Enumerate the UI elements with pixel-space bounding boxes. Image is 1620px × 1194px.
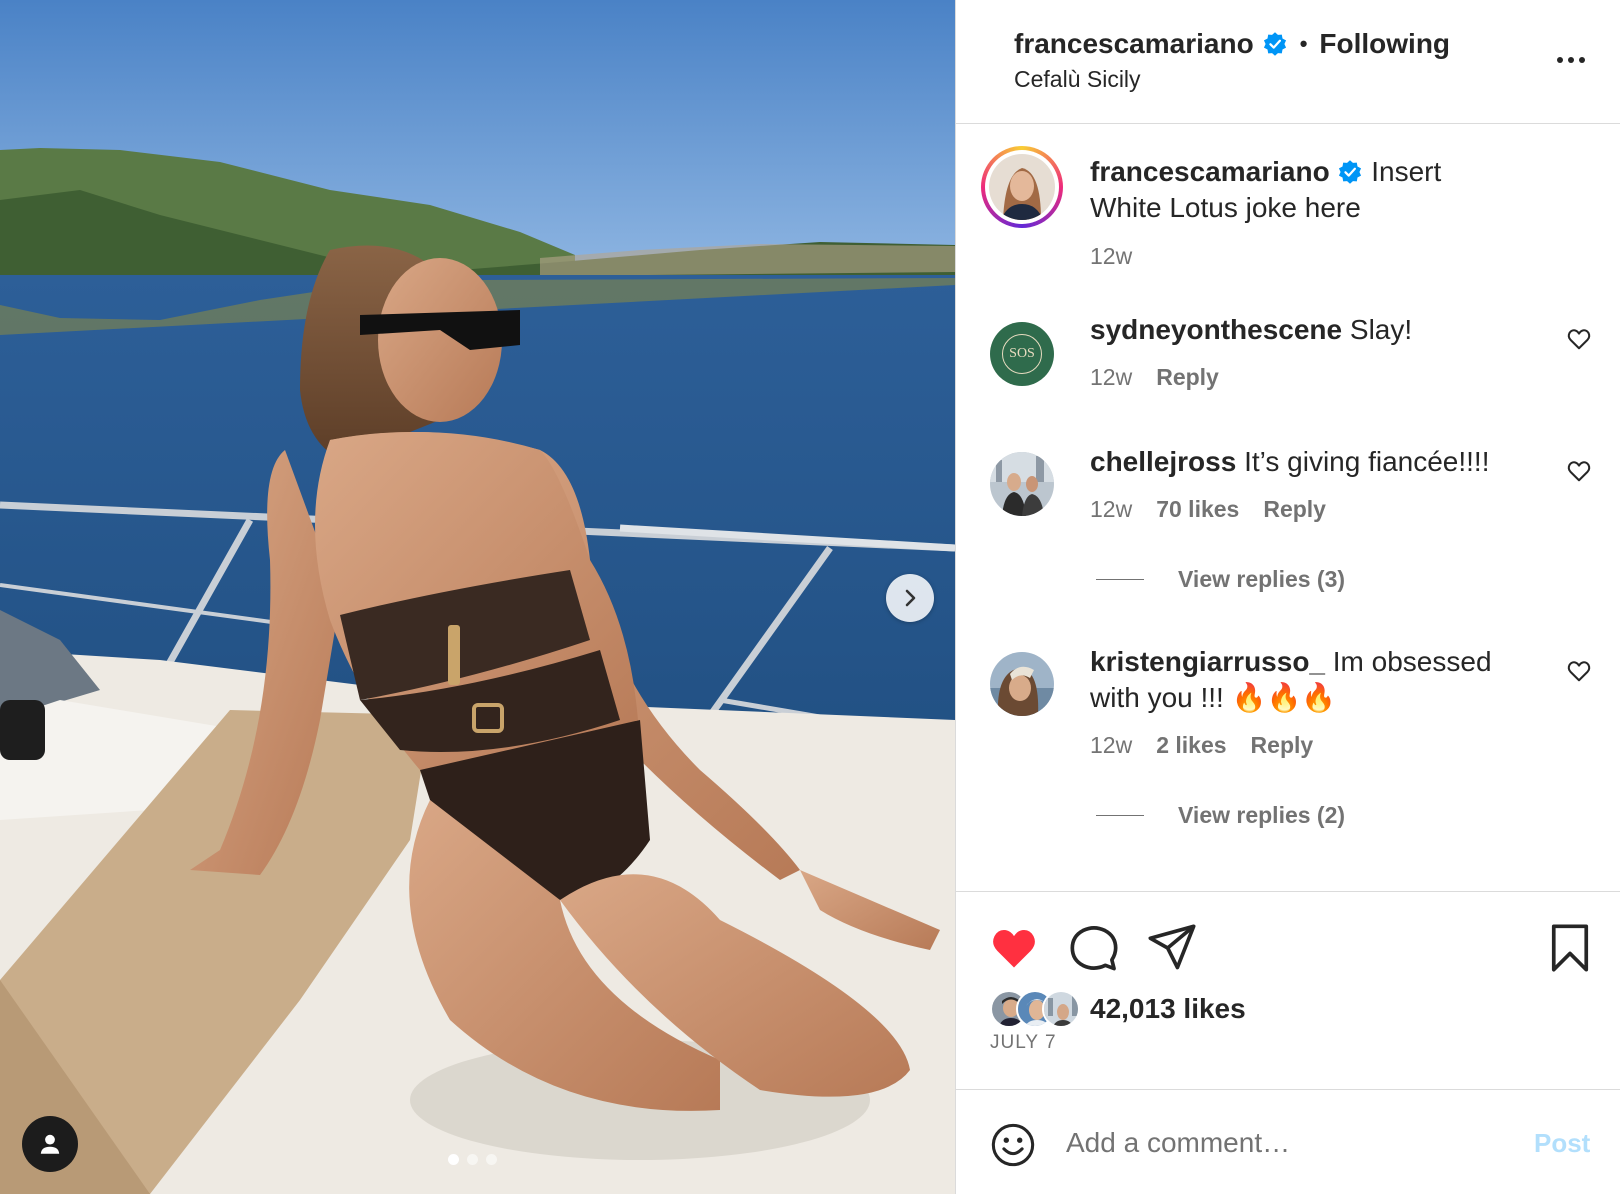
comment-time[interactable]: 12w [1090,732,1132,759]
comment-username[interactable]: sydneyonthescene [1090,314,1342,345]
comment-text: kristengiarrusso_ Im obsessed with you !… [1090,644,1520,716]
bookmark-icon[interactable] [1544,922,1596,974]
photo-scene [0,0,955,1194]
carousel-next-button[interactable] [886,574,934,622]
reply-button[interactable]: Reply [1156,364,1219,391]
verified-badge-icon [1339,160,1362,184]
comment-meta: 12w 2 likes Reply [1090,732,1313,759]
carousel-dot-1 [448,1154,459,1165]
avatar-logo: SOS [1002,334,1042,374]
view-replies-line [1096,815,1144,816]
caption-time[interactable]: 12w [1090,243,1132,270]
following-button[interactable]: Following [1319,28,1450,60]
carousel-indicator [448,1154,497,1165]
tagged-users-button[interactable] [22,1116,78,1172]
comment-likes[interactable]: 70 likes [1156,496,1239,523]
share-icon[interactable] [1146,922,1198,974]
verified-badge-icon [1263,32,1286,56]
post-comment-button[interactable]: Post [1534,1128,1590,1159]
comments-list[interactable]: francescamariano Insert White Lotus joke… [956,124,1620,891]
post-photo [0,0,955,1194]
heart-outline-icon[interactable] [1566,326,1592,352]
more-options-button[interactable] [1551,42,1591,78]
reply-button[interactable]: Reply [1263,496,1326,523]
avatar[interactable] [990,652,1054,716]
user-tag-icon [40,1134,60,1154]
comment-body: Slay! [1349,314,1413,345]
comment-username[interactable]: chellejross [1090,446,1236,477]
caption-username[interactable]: francescamariano [1090,156,1330,187]
comment-input[interactable] [1066,1118,1496,1168]
more-options-icon [1557,57,1563,63]
view-replies-button[interactable]: View replies (3) [1096,566,1345,593]
likes-row: 42,013 likes [990,990,1246,1028]
carousel-dot-3 [486,1154,497,1165]
comment-username[interactable]: kristengiarrusso_ [1090,646,1325,677]
comment-meta: 12w Reply [1090,364,1219,391]
avatar [989,154,1055,220]
comment-likes[interactable]: 2 likes [1156,732,1226,759]
carousel-dot-2 [467,1154,478,1165]
comment-text: chellejross It’s giving fiancée!!!! [1090,444,1520,480]
header-separator: • [1299,31,1308,56]
likes-count[interactable]: 42,013 likes [1090,993,1246,1025]
comment-meta: 12w 70 likes Reply [1090,496,1326,523]
heart-filled-icon[interactable] [988,922,1040,974]
comment-text: sydneyonthescene Slay! [1090,312,1520,348]
avatar [1042,990,1080,1028]
heart-outline-icon[interactable] [1566,658,1592,684]
author-avatar-image [989,154,1055,220]
emoji-icon[interactable] [990,1122,1036,1168]
view-replies-label: View replies (3) [1178,566,1346,592]
post-header: francescamariano • Following Cefalù Sici… [956,0,1620,124]
header-user-line: francescamariano • Following [1014,28,1450,60]
comment-time[interactable]: 12w [1090,496,1132,523]
comment-composer: Post [956,1089,1620,1194]
author-avatar-story-ring[interactable] [981,146,1063,228]
chevron-right-icon [905,589,916,607]
location-link[interactable]: Cefalù Sicily [1014,66,1141,93]
comment-icon[interactable] [1068,922,1120,974]
comment-time[interactable]: 12w [1090,364,1132,391]
caption-meta: 12w [1090,243,1132,270]
post-date[interactable]: JULY 7 [990,1032,1057,1054]
author-username-link[interactable]: francescamariano [1014,28,1254,60]
reply-button[interactable]: Reply [1251,732,1314,759]
heart-outline-icon[interactable] [1566,458,1592,484]
avatar[interactable] [990,452,1054,516]
avatar-image [990,652,1054,716]
post-actions: 42,013 likes JULY 7 [956,891,1620,1089]
avatar-image [990,452,1054,516]
view-replies-button[interactable]: View replies (2) [1096,802,1345,829]
caption-text: francescamariano Insert White Lotus joke… [1090,154,1520,226]
view-replies-line [1096,579,1144,580]
avatar[interactable]: SOS [990,322,1054,386]
view-replies-label: View replies (2) [1178,802,1346,828]
comment-body: It’s giving fiancée!!!! [1244,446,1490,477]
post-side-panel: francescamariano • Following Cefalù Sici… [955,0,1620,1194]
